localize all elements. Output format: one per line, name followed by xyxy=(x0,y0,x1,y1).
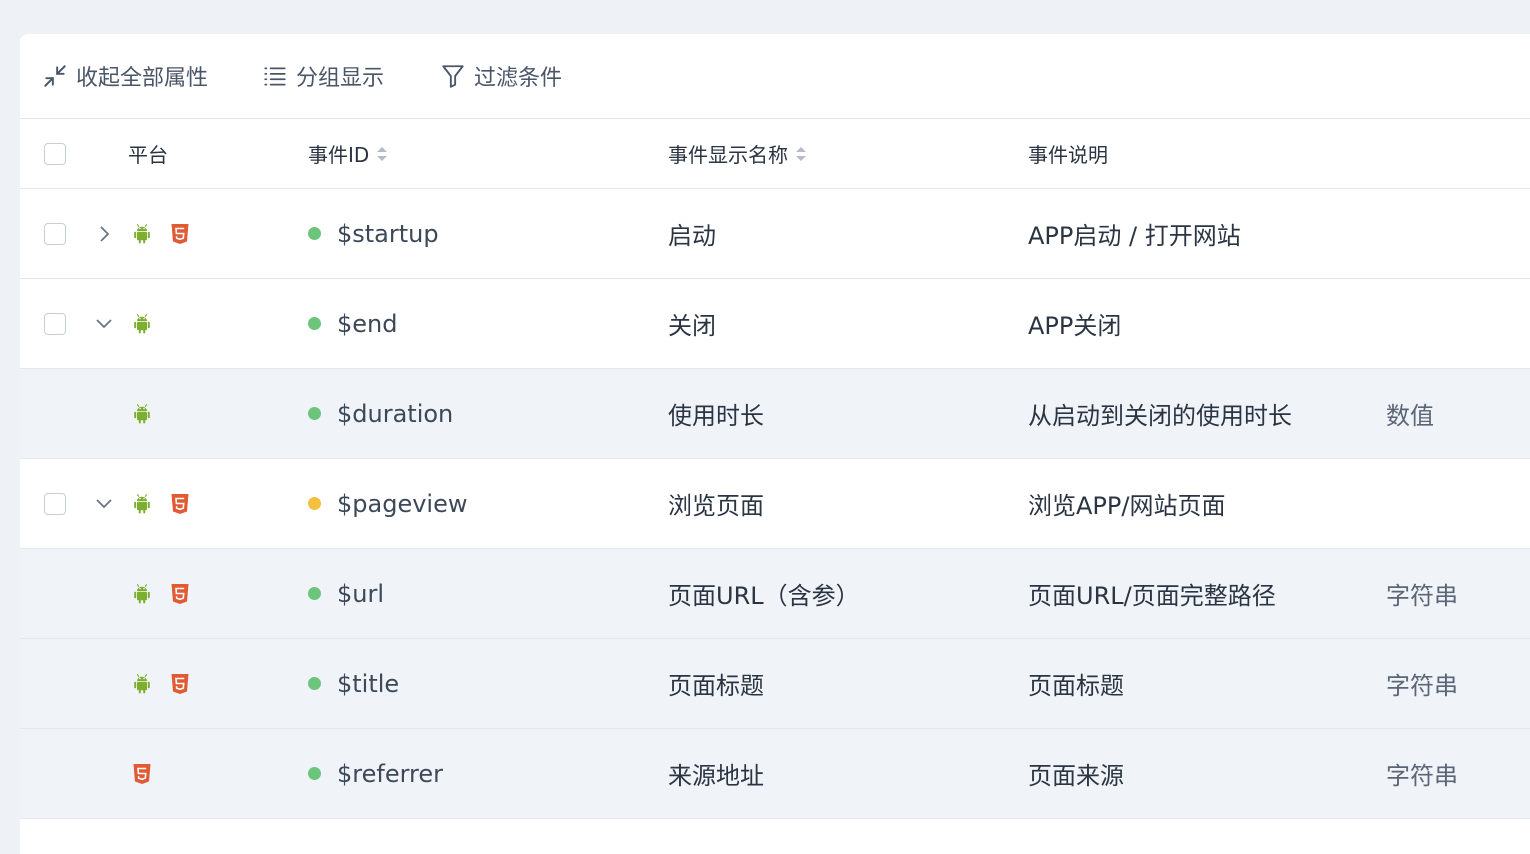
status-dot xyxy=(308,227,321,240)
table-row[interactable]: $url 页面URL（含参） 页面URL/页面完整路径 字符串 xyxy=(20,549,1530,639)
status-dot xyxy=(308,677,321,690)
row-select-cell xyxy=(44,459,66,548)
table-row[interactable]: $title 页面标题 页面标题 字符串 xyxy=(20,639,1530,729)
display-name: 启动 xyxy=(668,222,716,250)
status-dot xyxy=(308,407,321,420)
platform-cell xyxy=(130,729,154,818)
event-id: $title xyxy=(337,669,400,698)
expand-toggle[interactable] xyxy=(92,279,116,368)
android-icon xyxy=(134,583,150,603)
collapse-all-label: 收起全部属性 xyxy=(76,66,209,91)
header-display-name-label: 事件显示名称 xyxy=(668,143,788,167)
status-dot xyxy=(308,767,321,780)
description: 页面来源 xyxy=(1028,762,1124,790)
platform-cell xyxy=(130,279,154,368)
table-row[interactable]: $duration 使用时长 从启动到关闭的使用时长 数值 xyxy=(20,369,1530,459)
event-table-panel: 收起全部属性 分组显示 过滤条件 平台 事件ID 事件显示名称 事件说明 $st… xyxy=(20,34,1530,854)
event-id: $startup xyxy=(337,219,439,248)
list-icon xyxy=(264,67,286,86)
display-name: 页面标题 xyxy=(668,672,764,700)
collapse-all-button[interactable]: 收起全部属性 xyxy=(42,60,208,92)
platform-cell xyxy=(130,549,192,638)
event-id-cell: $referrer xyxy=(308,729,443,818)
status-dot xyxy=(308,317,321,330)
select-all-cell xyxy=(44,119,66,188)
header-description: 事件说明 xyxy=(1028,143,1108,167)
header-platform: 平台 xyxy=(128,143,168,167)
display-name: 使用时长 xyxy=(668,402,764,430)
platform-cell xyxy=(130,369,154,458)
display-name: 关闭 xyxy=(668,312,716,340)
android-icon xyxy=(134,223,150,243)
toolbar: 收起全部属性 分组显示 过滤条件 xyxy=(20,34,1530,119)
expand-toggle[interactable] xyxy=(92,459,116,548)
sort-icon[interactable] xyxy=(375,145,389,163)
event-id-cell: $pageview xyxy=(308,459,467,548)
table-row[interactable]: $referrer 来源地址 页面来源 字符串 xyxy=(20,729,1530,819)
android-icon xyxy=(134,493,150,513)
event-id: $pageview xyxy=(337,489,468,518)
chevron-down-icon[interactable] xyxy=(94,496,114,512)
group-display-label: 分组显示 xyxy=(296,66,385,91)
html5-icon xyxy=(171,673,189,694)
data-type: 字符串 xyxy=(1386,672,1458,700)
data-type: 字符串 xyxy=(1386,762,1458,790)
platform-cell xyxy=(130,639,192,728)
select-all-checkbox[interactable] xyxy=(44,142,66,165)
data-type: 数值 xyxy=(1386,402,1434,430)
android-icon xyxy=(134,313,150,333)
android-icon xyxy=(134,403,150,423)
expand-toggle[interactable] xyxy=(92,189,116,278)
row-checkbox[interactable] xyxy=(44,492,66,515)
filter-button[interactable]: 过滤条件 xyxy=(440,60,562,92)
table-header: 平台 事件ID 事件显示名称 事件说明 xyxy=(20,119,1530,189)
description: 浏览APP/网站页面 xyxy=(1028,492,1226,520)
html5-icon xyxy=(171,223,189,244)
description: APP启动 / 打开网站 xyxy=(1028,222,1241,250)
event-id: $referrer xyxy=(337,759,444,788)
event-id-cell: $duration xyxy=(308,369,453,458)
row-checkbox[interactable] xyxy=(44,312,66,335)
description: 页面标题 xyxy=(1028,672,1124,700)
html5-icon xyxy=(133,763,151,784)
html5-icon xyxy=(171,583,189,604)
event-id-cell: $startup xyxy=(308,189,439,278)
data-type: 字符串 xyxy=(1386,582,1458,610)
chevron-right-icon[interactable] xyxy=(96,224,112,244)
group-display-button[interactable]: 分组显示 xyxy=(262,60,384,92)
display-name: 浏览页面 xyxy=(668,492,764,520)
event-id: $url xyxy=(337,579,385,608)
table-row[interactable]: $end 关闭 APP关闭 xyxy=(20,279,1530,369)
event-id: $duration xyxy=(337,399,454,428)
header-event-id[interactable]: 事件ID xyxy=(308,119,389,188)
platform-cell xyxy=(130,189,192,278)
description: 页面URL/页面完整路径 xyxy=(1028,582,1276,610)
row-select-cell xyxy=(44,189,66,278)
header-display-name[interactable]: 事件显示名称 xyxy=(668,119,808,188)
header-event-id-label: 事件ID xyxy=(308,143,370,167)
event-id-cell: $end xyxy=(308,279,397,368)
filter-label: 过滤条件 xyxy=(474,66,563,91)
event-id-cell: $title xyxy=(308,639,399,728)
display-name: 来源地址 xyxy=(668,762,764,790)
event-id-cell: $url xyxy=(308,549,384,638)
row-checkbox[interactable] xyxy=(44,222,66,245)
table-row[interactable]: $pageview 浏览页面 浏览APP/网站页面 xyxy=(20,459,1530,549)
filter-icon xyxy=(442,65,464,88)
event-id: $end xyxy=(337,309,398,338)
android-icon xyxy=(134,673,150,693)
description: APP关闭 xyxy=(1028,312,1122,340)
display-name: 页面URL（含参） xyxy=(668,582,860,610)
description: 从启动到关闭的使用时长 xyxy=(1028,402,1292,430)
row-select-cell xyxy=(44,279,66,368)
table-row[interactable]: $startup 启动 APP启动 / 打开网站 xyxy=(20,189,1530,279)
sort-icon[interactable] xyxy=(794,145,808,163)
html5-icon xyxy=(171,493,189,514)
collapse-icon xyxy=(44,65,66,87)
status-dot xyxy=(308,497,321,510)
platform-cell xyxy=(130,459,192,548)
chevron-down-icon[interactable] xyxy=(94,316,114,332)
status-dot xyxy=(308,587,321,600)
